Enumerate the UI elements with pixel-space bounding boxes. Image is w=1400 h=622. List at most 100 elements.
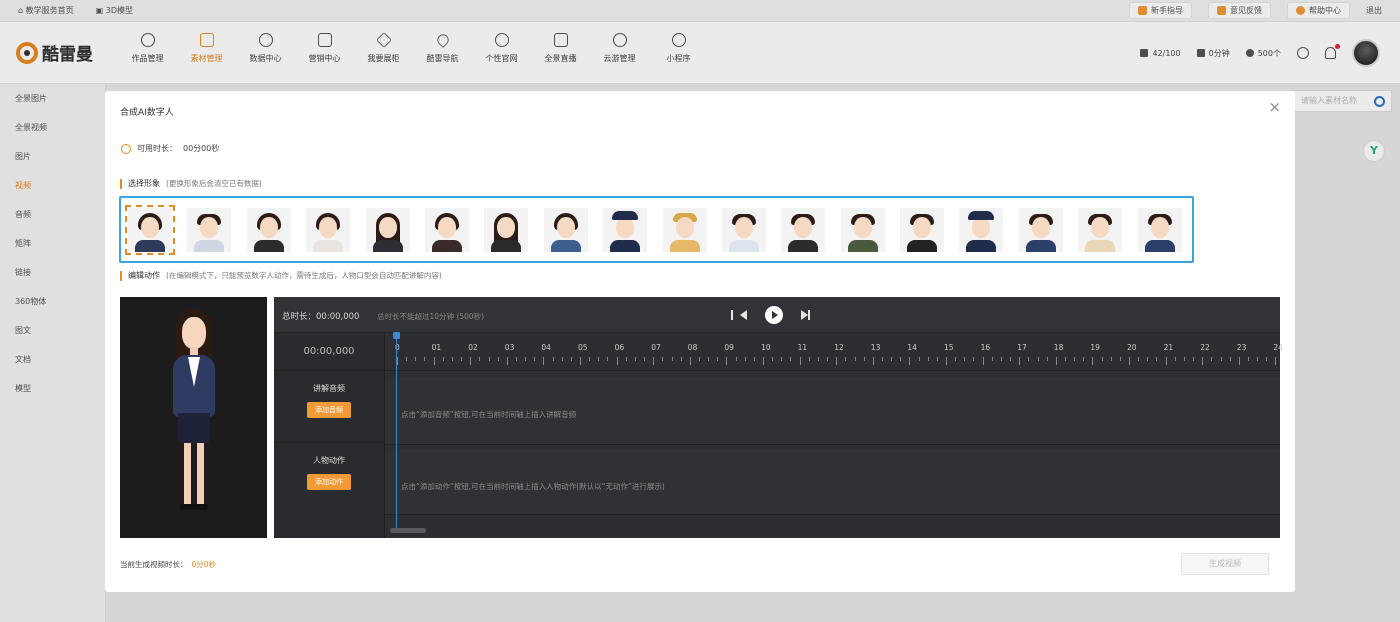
avatar-option-male-1[interactable] <box>187 207 232 252</box>
skip-forward-icon[interactable] <box>801 310 810 320</box>
total-duration: 总时长：00:00,000 <box>282 310 359 322</box>
avatar-option-female-2[interactable] <box>246 207 291 252</box>
ruler-tick <box>1174 357 1176 361</box>
ruler-tick <box>607 357 609 361</box>
ruler-tick <box>936 357 938 361</box>
ruler-tick-label: 02 <box>468 343 478 352</box>
avatar-body <box>610 239 641 252</box>
ruler-tick <box>433 357 435 365</box>
avatar-face <box>853 216 872 238</box>
ruler-tick-label: 21 <box>1163 343 1174 352</box>
avatar-preview <box>120 297 267 538</box>
avatar-face <box>556 216 575 238</box>
audio-track[interactable]: 点击“添加音频”按钮,可在当前时间轴上插入讲解音频 <box>385 377 1280 445</box>
avatar-option-female-1[interactable] <box>125 204 175 255</box>
generate-video-button[interactable]: 生成视频 <box>1181 553 1269 575</box>
avatar-option-male-7[interactable] <box>1078 207 1123 252</box>
avatar-option-male-6[interactable] <box>1018 207 1063 252</box>
skip-back-icon[interactable] <box>731 310 747 320</box>
ruler-tick <box>397 357 398 365</box>
playhead[interactable] <box>393 332 400 532</box>
avatar-option-female-3[interactable] <box>306 207 351 252</box>
choose-avatar-heading: 选择形象 (更换形象后会清空已有数据) <box>120 178 262 189</box>
avatar-option-female-6[interactable] <box>484 207 529 252</box>
avatar-option-female-8[interactable] <box>662 207 707 252</box>
digital-human-modal: 合成AI数字人 × 可用时长： 00分00秒 选择形象 (更换形象后会清空已有数… <box>105 91 1295 592</box>
ruler-tick <box>982 357 984 365</box>
ruler-tick <box>872 357 874 365</box>
ruler-tick <box>863 357 865 361</box>
avatar-option-female-4[interactable] <box>365 207 410 252</box>
avatar-option-female-7[interactable] <box>543 207 588 252</box>
ruler-tick <box>1110 357 1112 361</box>
ruler-tick <box>891 357 893 361</box>
horizontal-scrollbar[interactable] <box>390 528 426 533</box>
avatar-body <box>253 239 284 252</box>
ruler-tick <box>744 357 746 361</box>
avatar-option-male-3[interactable] <box>781 207 826 252</box>
preview-skirt <box>178 413 210 443</box>
ruler-tick <box>708 357 710 361</box>
ruler-tick-label: 22 <box>1200 343 1210 352</box>
timeline-editor: 总时长：00:00,000 总时长不能超过10分钟 (500秒) 00:00,0… <box>274 297 1283 538</box>
avatar-body <box>313 239 344 252</box>
ruler-tick <box>1220 357 1222 361</box>
ruler-tick-label: 05 <box>578 343 588 352</box>
ruler-tick <box>497 357 499 361</box>
timeline-ruler[interactable]: 0 01 02 03 04 05 06 07 08 09 10 11 12 13 14 15 16 17 18 19 2… <box>385 333 1283 371</box>
ruler-tick <box>461 357 463 361</box>
clock-icon <box>121 143 131 154</box>
avatar-face <box>259 216 278 238</box>
audio-track-hint: 点击“添加音频”按钮,可在当前时间轴上插入讲解音频 <box>401 410 577 419</box>
avatar-option-male-5[interactable] <box>900 207 945 252</box>
ruler-tick <box>1193 357 1195 361</box>
avatar-face <box>1150 216 1169 238</box>
ruler-tick <box>479 357 481 361</box>
avatar-option-police-male[interactable] <box>959 207 1004 252</box>
ruler-tick <box>1019 357 1021 365</box>
ruler-tick <box>1165 357 1167 365</box>
avatar-body <box>1144 239 1175 252</box>
generated-duration-value: 0分0秒 <box>191 560 217 569</box>
ruler-tick <box>763 357 764 365</box>
current-time: 00:00,000 <box>274 333 384 371</box>
avatar-option-female-5[interactable] <box>424 207 469 252</box>
ruler-tick <box>698 357 700 361</box>
ruler-tick-label: 15 <box>944 343 954 352</box>
ruler-tick <box>680 357 682 361</box>
ruler-tick <box>845 357 847 361</box>
action-track[interactable]: 点击“添加动作”按钮,可在当前时间轴上插入人物动作(默认以“无动作”进行展示) <box>385 449 1280 515</box>
avatar-option-male-4[interactable] <box>840 207 885 252</box>
ruler-tick <box>1211 357 1213 361</box>
ruler-tick <box>442 357 444 361</box>
ruler-tick <box>1202 357 1204 365</box>
ruler-tick-label: 20 <box>1127 343 1137 352</box>
ruler-tick <box>973 357 975 361</box>
close-icon[interactable]: × <box>1268 100 1281 115</box>
ruler-tick <box>753 357 755 361</box>
ruler-tick-label: 07 <box>651 343 661 352</box>
ruler-tick <box>1092 357 1094 365</box>
edit-actions-note: (在编辑模式下，只能预览数字人动作，需待生成后，人物口型会自动匹配讲解内容) <box>166 271 442 280</box>
avatar-option-male-2[interactable] <box>721 207 766 252</box>
ruler-tick-label: 03 <box>504 343 515 352</box>
ruler-tick <box>598 357 600 361</box>
ruler-tick-label: 08 <box>687 343 698 352</box>
add-action-button[interactable]: 添加动作 <box>307 474 351 490</box>
ruler-tick <box>918 357 920 361</box>
choose-avatar-note: (更换形象后会清空已有数据) <box>166 179 262 188</box>
avatar-option-male-8[interactable] <box>1137 207 1182 252</box>
ruler-tick <box>991 357 993 361</box>
avatar-face <box>378 216 397 238</box>
ruler-tick <box>1046 357 1048 361</box>
add-audio-button[interactable]: 添加音频 <box>307 402 351 418</box>
track-headers: 00:00,000 讲解音频 添加音频 人物动作 添加动作 <box>274 333 385 538</box>
ruler-tick <box>488 357 490 361</box>
avatar-face <box>200 216 219 238</box>
playback-controls <box>731 306 810 324</box>
play-icon[interactable] <box>765 306 783 324</box>
avatar-option-police-female[interactable] <box>603 207 648 252</box>
ruler-tick <box>1156 357 1158 361</box>
ruler-tick <box>964 357 966 361</box>
ruler-tick <box>1074 357 1076 361</box>
